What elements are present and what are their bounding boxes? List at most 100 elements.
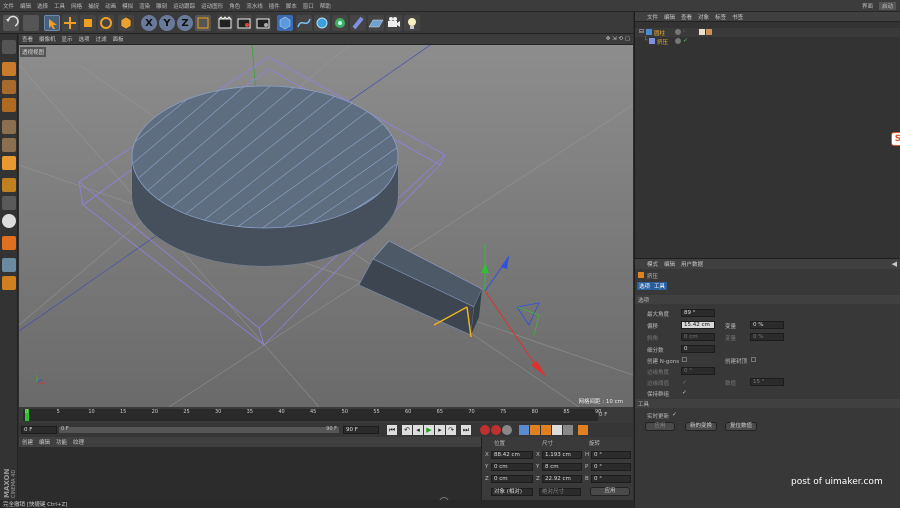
- gizmo-x-axis[interactable]: [484, 290, 540, 371]
- coord-size-x-field[interactable]: 1.193 cm: [542, 451, 582, 459]
- texture-mode-icon[interactable]: [2, 80, 16, 94]
- coord-rot-h-field[interactable]: 0 °: [591, 451, 631, 459]
- menu-animate[interactable]: 动画: [105, 2, 116, 10]
- next-key-icon[interactable]: ↷: [446, 425, 456, 435]
- count-field[interactable]: 15 °: [750, 378, 784, 386]
- points-mode-icon[interactable]: [2, 120, 16, 134]
- polygons-mode-icon[interactable]: [2, 156, 16, 170]
- coord-pos-z-field[interactable]: 0 cm: [491, 475, 533, 483]
- record-icon[interactable]: [480, 425, 490, 435]
- coord-pos-y-field[interactable]: 0 cm: [491, 463, 533, 471]
- attr-menu-edit[interactable]: 编辑: [664, 260, 675, 268]
- coord-size-y-field[interactable]: 8 cm: [542, 463, 582, 471]
- edge-angle-field[interactable]: 0 °: [681, 367, 715, 375]
- axis-mode-icon[interactable]: [2, 178, 16, 192]
- primitive-cube-icon[interactable]: [277, 15, 293, 31]
- go-end-icon[interactable]: ⏭: [461, 425, 471, 435]
- bevel-field[interactable]: 0 cm: [681, 333, 715, 341]
- solo-icon[interactable]: [2, 276, 16, 290]
- start-frame-field[interactable]: 0 F: [21, 426, 57, 434]
- menu-character[interactable]: 角色: [229, 2, 240, 10]
- viewport-menu-options[interactable]: 选项: [79, 35, 90, 43]
- light-icon[interactable]: [404, 15, 420, 31]
- menu-sculpt[interactable]: 雕刻: [156, 2, 167, 10]
- array-icon[interactable]: [332, 15, 348, 31]
- tab-tool[interactable]: 工具: [652, 282, 668, 290]
- viewport-menu-filter[interactable]: 过滤: [96, 35, 107, 43]
- texture-tag-icon[interactable]: [706, 29, 712, 35]
- enabled-check-icon[interactable]: ✓: [683, 37, 688, 44]
- apply-button[interactable]: 应用: [645, 422, 675, 431]
- gizmo-y-arrow[interactable]: [481, 263, 489, 273]
- workplane-lock-icon[interactable]: [2, 236, 16, 250]
- key-pla-icon[interactable]: [563, 425, 573, 435]
- menu-snap[interactable]: 捕捉: [88, 2, 99, 10]
- menu-pipeline[interactable]: 流水线: [246, 2, 263, 10]
- edge-phong-checkbox[interactable]: ✓: [682, 379, 687, 386]
- reset-values-button[interactable]: 复位数值: [725, 422, 757, 431]
- floating-badge[interactable]: S: [891, 132, 900, 146]
- phong-tag-icon[interactable]: [699, 29, 705, 35]
- deformer-icon[interactable]: [350, 15, 366, 31]
- object-row-extrude[interactable]: └ 挤压 ✓: [635, 37, 900, 46]
- model-mode-icon[interactable]: [2, 62, 16, 76]
- object-menu-edit[interactable]: 编辑: [664, 13, 675, 21]
- y-axis-icon[interactable]: Y: [159, 15, 175, 31]
- go-start-icon[interactable]: ⏮: [387, 425, 397, 435]
- end-frame-field[interactable]: 90 F: [343, 426, 379, 434]
- x-axis-icon[interactable]: X: [141, 15, 157, 31]
- coord-mode-select[interactable]: 对象 (相对): [491, 488, 533, 496]
- prev-frame-icon[interactable]: ◂: [413, 425, 423, 435]
- key-rotation-icon[interactable]: [541, 425, 551, 435]
- new-transform-button[interactable]: 新的变换: [685, 422, 717, 431]
- material-menu-texture[interactable]: 纹理: [73, 438, 84, 446]
- gizmo-z-arrow[interactable]: [501, 255, 509, 269]
- back-arrow-icon[interactable]: ◀: [892, 260, 897, 268]
- snap-icon[interactable]: [2, 214, 16, 228]
- enabled-check-icon[interactable]: :: [683, 28, 685, 34]
- menu-edit[interactable]: 编辑: [20, 2, 31, 10]
- max-angle-field[interactable]: 89 °: [681, 309, 715, 317]
- autokey-icon[interactable]: [491, 425, 501, 435]
- menu-mograph[interactable]: 运动图形: [201, 2, 223, 10]
- coord-apply-button[interactable]: 应用: [590, 487, 630, 496]
- layout-select[interactable]: 启动: [878, 1, 896, 10]
- object-menu-objects[interactable]: 对象: [698, 13, 709, 21]
- object-menu-tags[interactable]: 标签: [715, 13, 726, 21]
- viewport-menu-cameras[interactable]: 摄像机: [39, 35, 56, 43]
- coord-rot-b-field[interactable]: 0 °: [591, 475, 631, 483]
- viewport-menu-display[interactable]: 显示: [62, 35, 73, 43]
- nurbs-icon[interactable]: [314, 15, 330, 31]
- coord-pos-x-field[interactable]: 88.42 cm: [491, 451, 533, 459]
- material-menu-create[interactable]: 创建: [22, 438, 33, 446]
- redo-icon[interactable]: [23, 15, 39, 31]
- prev-key-icon[interactable]: ↶: [402, 425, 412, 435]
- scale-icon[interactable]: [80, 15, 96, 31]
- variance2-field[interactable]: 0 %: [750, 333, 784, 341]
- key-param-icon[interactable]: [552, 425, 562, 435]
- menu-help[interactable]: 帮助: [320, 2, 331, 10]
- camera-icon[interactable]: [386, 15, 402, 31]
- viewport-nav-icon[interactable]: ✥ ⇲ ⟲ ▢: [606, 36, 630, 42]
- menu-motion-tracking[interactable]: 运动跟踪: [173, 2, 195, 10]
- play-icon[interactable]: ▶: [424, 425, 434, 435]
- menu-render[interactable]: 渲染: [139, 2, 150, 10]
- timeline-ruler[interactable]: 0 5 10 15 20 25 30 35 40 45 50 55 60 65 70 75 80 85 90 0 F: [19, 407, 633, 423]
- coord-size-mode-select[interactable]: 绝对尺寸: [539, 488, 581, 496]
- ngons-checkbox[interactable]: [682, 357, 687, 362]
- tweak-mode-icon[interactable]: [2, 196, 16, 210]
- subdiv-field[interactable]: 0: [681, 345, 715, 353]
- menu-plugins[interactable]: 插件: [269, 2, 280, 10]
- undo-icon[interactable]: [3, 15, 19, 31]
- offset-field[interactable]: 15.42 cm: [681, 321, 715, 329]
- coord-size-z-field[interactable]: 22.92 cm: [542, 475, 582, 483]
- attr-menu-userdata[interactable]: 用户数据: [681, 260, 703, 268]
- material-menu-function[interactable]: 功能: [56, 438, 67, 446]
- object-name[interactable]: 挤压: [657, 38, 668, 46]
- viewport-3d[interactable]: 透视视图 网格间距 : 10 cm: [19, 45, 633, 407]
- z-axis-icon[interactable]: Z: [177, 15, 193, 31]
- move-icon[interactable]: [62, 15, 78, 31]
- tab-options[interactable]: 选项: [637, 282, 653, 290]
- keep-groups-checkbox[interactable]: ✓: [682, 389, 687, 396]
- realtime-checkbox[interactable]: ✓: [672, 411, 677, 418]
